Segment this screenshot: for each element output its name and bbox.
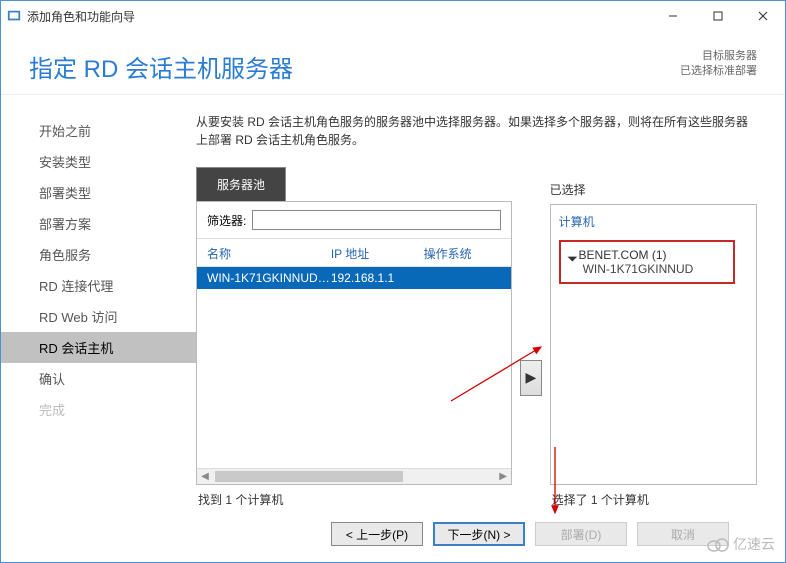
server-ip: 192.168.1.1	[331, 271, 424, 285]
col-os[interactable]: 操作系统	[424, 245, 501, 262]
minimize-button[interactable]	[650, 2, 695, 30]
step-rd-session-host[interactable]: RD 会话主机	[1, 332, 196, 363]
step-confirm[interactable]: 确认	[1, 363, 196, 394]
wizard-steps: 开始之前 安装类型 部署类型 部署方案 角色服务 RD 连接代理 RD Web …	[1, 95, 196, 562]
selected-box: 计算机 BENET.COM (1) WIN-1K71GKINNUD	[550, 204, 757, 485]
group-title: BENET.COM (1)	[569, 248, 725, 262]
column-headers: 名称 IP 地址 操作系统	[197, 239, 511, 267]
add-server-button[interactable]: ▶	[520, 360, 542, 396]
target-label: 目标服务器	[680, 49, 757, 64]
selected-count: 选择了 1 个计算机	[550, 485, 757, 508]
instruction-text: 从要安装 RD 会话主机角色服务的服务器池中选择服务器。如果选择多个服务器，则将…	[196, 113, 757, 149]
computer-header: 计算机	[559, 213, 748, 230]
arrow-right-icon: ▶	[525, 369, 536, 386]
server-os	[424, 271, 501, 285]
page-title: 指定 RD 会话主机服务器	[29, 49, 293, 84]
scroll-left-icon[interactable]: ◀	[197, 469, 213, 484]
app-icon	[7, 9, 21, 23]
step-install-type[interactable]: 安装类型	[1, 146, 196, 177]
prev-button[interactable]: < 上一步(P)	[331, 522, 423, 546]
found-count: 找到 1 个计算机	[196, 485, 512, 508]
col-name[interactable]: 名称	[207, 245, 331, 262]
step-rd-broker[interactable]: RD 连接代理	[1, 270, 196, 301]
next-button[interactable]: 下一步(N) >	[433, 522, 525, 546]
close-button[interactable]	[740, 2, 785, 30]
step-before-begin[interactable]: 开始之前	[1, 115, 196, 146]
window-title: 添加角色和功能向导	[27, 8, 650, 25]
scroll-thumb[interactable]	[215, 471, 403, 482]
step-complete: 完成	[1, 394, 196, 425]
target-sub: 已选择标准部署	[680, 64, 757, 79]
deploy-button: 部署(D)	[535, 522, 627, 546]
server-list[interactable]: WIN-1K71GKINNUD.b... 192.168.1.1	[197, 267, 511, 468]
step-role-services[interactable]: 角色服务	[1, 239, 196, 270]
col-ip[interactable]: IP 地址	[331, 245, 424, 262]
cancel-button[interactable]: 取消	[637, 522, 729, 546]
selected-label: 已选择	[550, 167, 757, 198]
scroll-right-icon[interactable]: ▶	[495, 469, 511, 484]
selected-group[interactable]: BENET.COM (1) WIN-1K71GKINNUD	[559, 240, 735, 284]
maximize-button[interactable]	[695, 2, 740, 30]
filter-label: 筛选器:	[207, 212, 246, 229]
step-deploy-scenario[interactable]: 部署方案	[1, 208, 196, 239]
server-pool-box: 筛选器: 名称 IP 地址 操作系统 WIN-1K71GKINNUD.b...	[196, 201, 512, 485]
group-item[interactable]: WIN-1K71GKINNUD	[569, 262, 725, 276]
server-row[interactable]: WIN-1K71GKINNUD.b... 192.168.1.1	[197, 267, 511, 289]
target-info: 目标服务器 已选择标准部署	[680, 49, 757, 80]
server-name: WIN-1K71GKINNUD.b...	[207, 271, 331, 285]
step-rd-web[interactable]: RD Web 访问	[1, 301, 196, 332]
step-deploy-type[interactable]: 部署类型	[1, 177, 196, 208]
tab-server-pool[interactable]: 服务器池	[196, 167, 286, 201]
horizontal-scrollbar[interactable]: ◀ ▶	[197, 468, 511, 484]
titlebar: 添加角色和功能向导	[1, 1, 785, 31]
filter-input[interactable]	[252, 210, 501, 230]
